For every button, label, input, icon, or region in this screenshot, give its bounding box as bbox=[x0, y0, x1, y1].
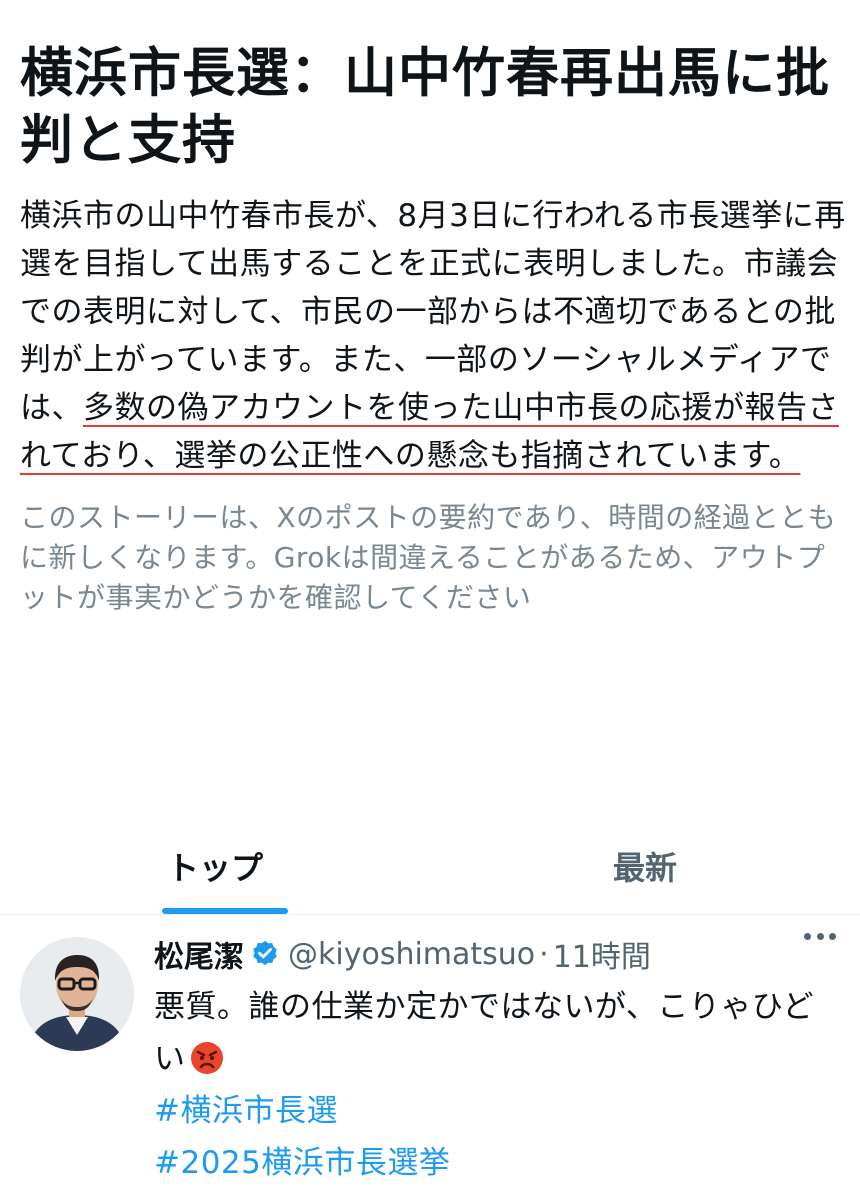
grok-disclaimer: このストーリーは、Xのポストの要約であり、時間の経過とともに新しくなります。Gr… bbox=[20, 501, 837, 614]
tab-latest[interactable]: 最新 bbox=[430, 818, 860, 914]
more-dot bbox=[829, 933, 836, 940]
verified-badge-icon bbox=[250, 939, 280, 969]
author-name[interactable]: 松尾潔 bbox=[154, 932, 244, 976]
meta-separator: · bbox=[539, 936, 549, 972]
tab-top-label: トップ bbox=[166, 849, 263, 887]
active-tab-indicator bbox=[162, 908, 288, 914]
summary-text-underlined: 多数の偽アカウントを使った山中市長の応援が報告されており、選挙の公正性への懸念も… bbox=[20, 390, 839, 474]
angry-face-icon bbox=[190, 1039, 224, 1074]
tab-top[interactable]: トップ bbox=[0, 818, 430, 914]
avatar[interactable] bbox=[20, 937, 134, 1051]
post-text-content: 悪質。誰の仕業か定かではないが、こりゃひどい bbox=[154, 989, 814, 1077]
hashtag-link[interactable]: #2025横浜市長選挙 bbox=[154, 1137, 844, 1189]
tab-latest-label: 最新 bbox=[612, 849, 677, 887]
post-card[interactable]: 松尾潔 @kiyoshimatsuo · 11時間 悪質。誰の仕業か定かではない… bbox=[0, 915, 860, 1200]
post-header: 松尾潔 @kiyoshimatsuo · 11時間 bbox=[154, 927, 844, 981]
post-text: 悪質。誰の仕業か定かではないが、こりゃひどい bbox=[154, 981, 844, 1085]
more-dot bbox=[804, 933, 811, 940]
author-handle[interactable]: @kiyoshimatsuo bbox=[288, 937, 535, 972]
more-options-icon[interactable] bbox=[804, 933, 836, 943]
feed-tabs: トップ 最新 bbox=[0, 818, 860, 915]
more-dot bbox=[816, 933, 824, 940]
post-timestamp[interactable]: 11時間 bbox=[553, 932, 651, 976]
hashtag-link[interactable]: #横浜市長選 bbox=[154, 1085, 844, 1137]
avatar-image bbox=[20, 937, 134, 1051]
post-body: 松尾潔 @kiyoshimatsuo · 11時間 悪質。誰の仕業か定かではない… bbox=[154, 927, 844, 1189]
story-title: 横浜市長選：山中竹春再出馬に批判と支持 bbox=[20, 43, 830, 171]
story-summary-text: 横浜市の山中竹春市長が、8月3日に行われる市長選挙に再選を目指して出馬することを… bbox=[20, 192, 850, 480]
story-summary: 横浜市長選：山中竹春再出馬に批判と支持 横浜市の山中竹春市長が、8月3日に行われ… bbox=[20, 0, 850, 618]
